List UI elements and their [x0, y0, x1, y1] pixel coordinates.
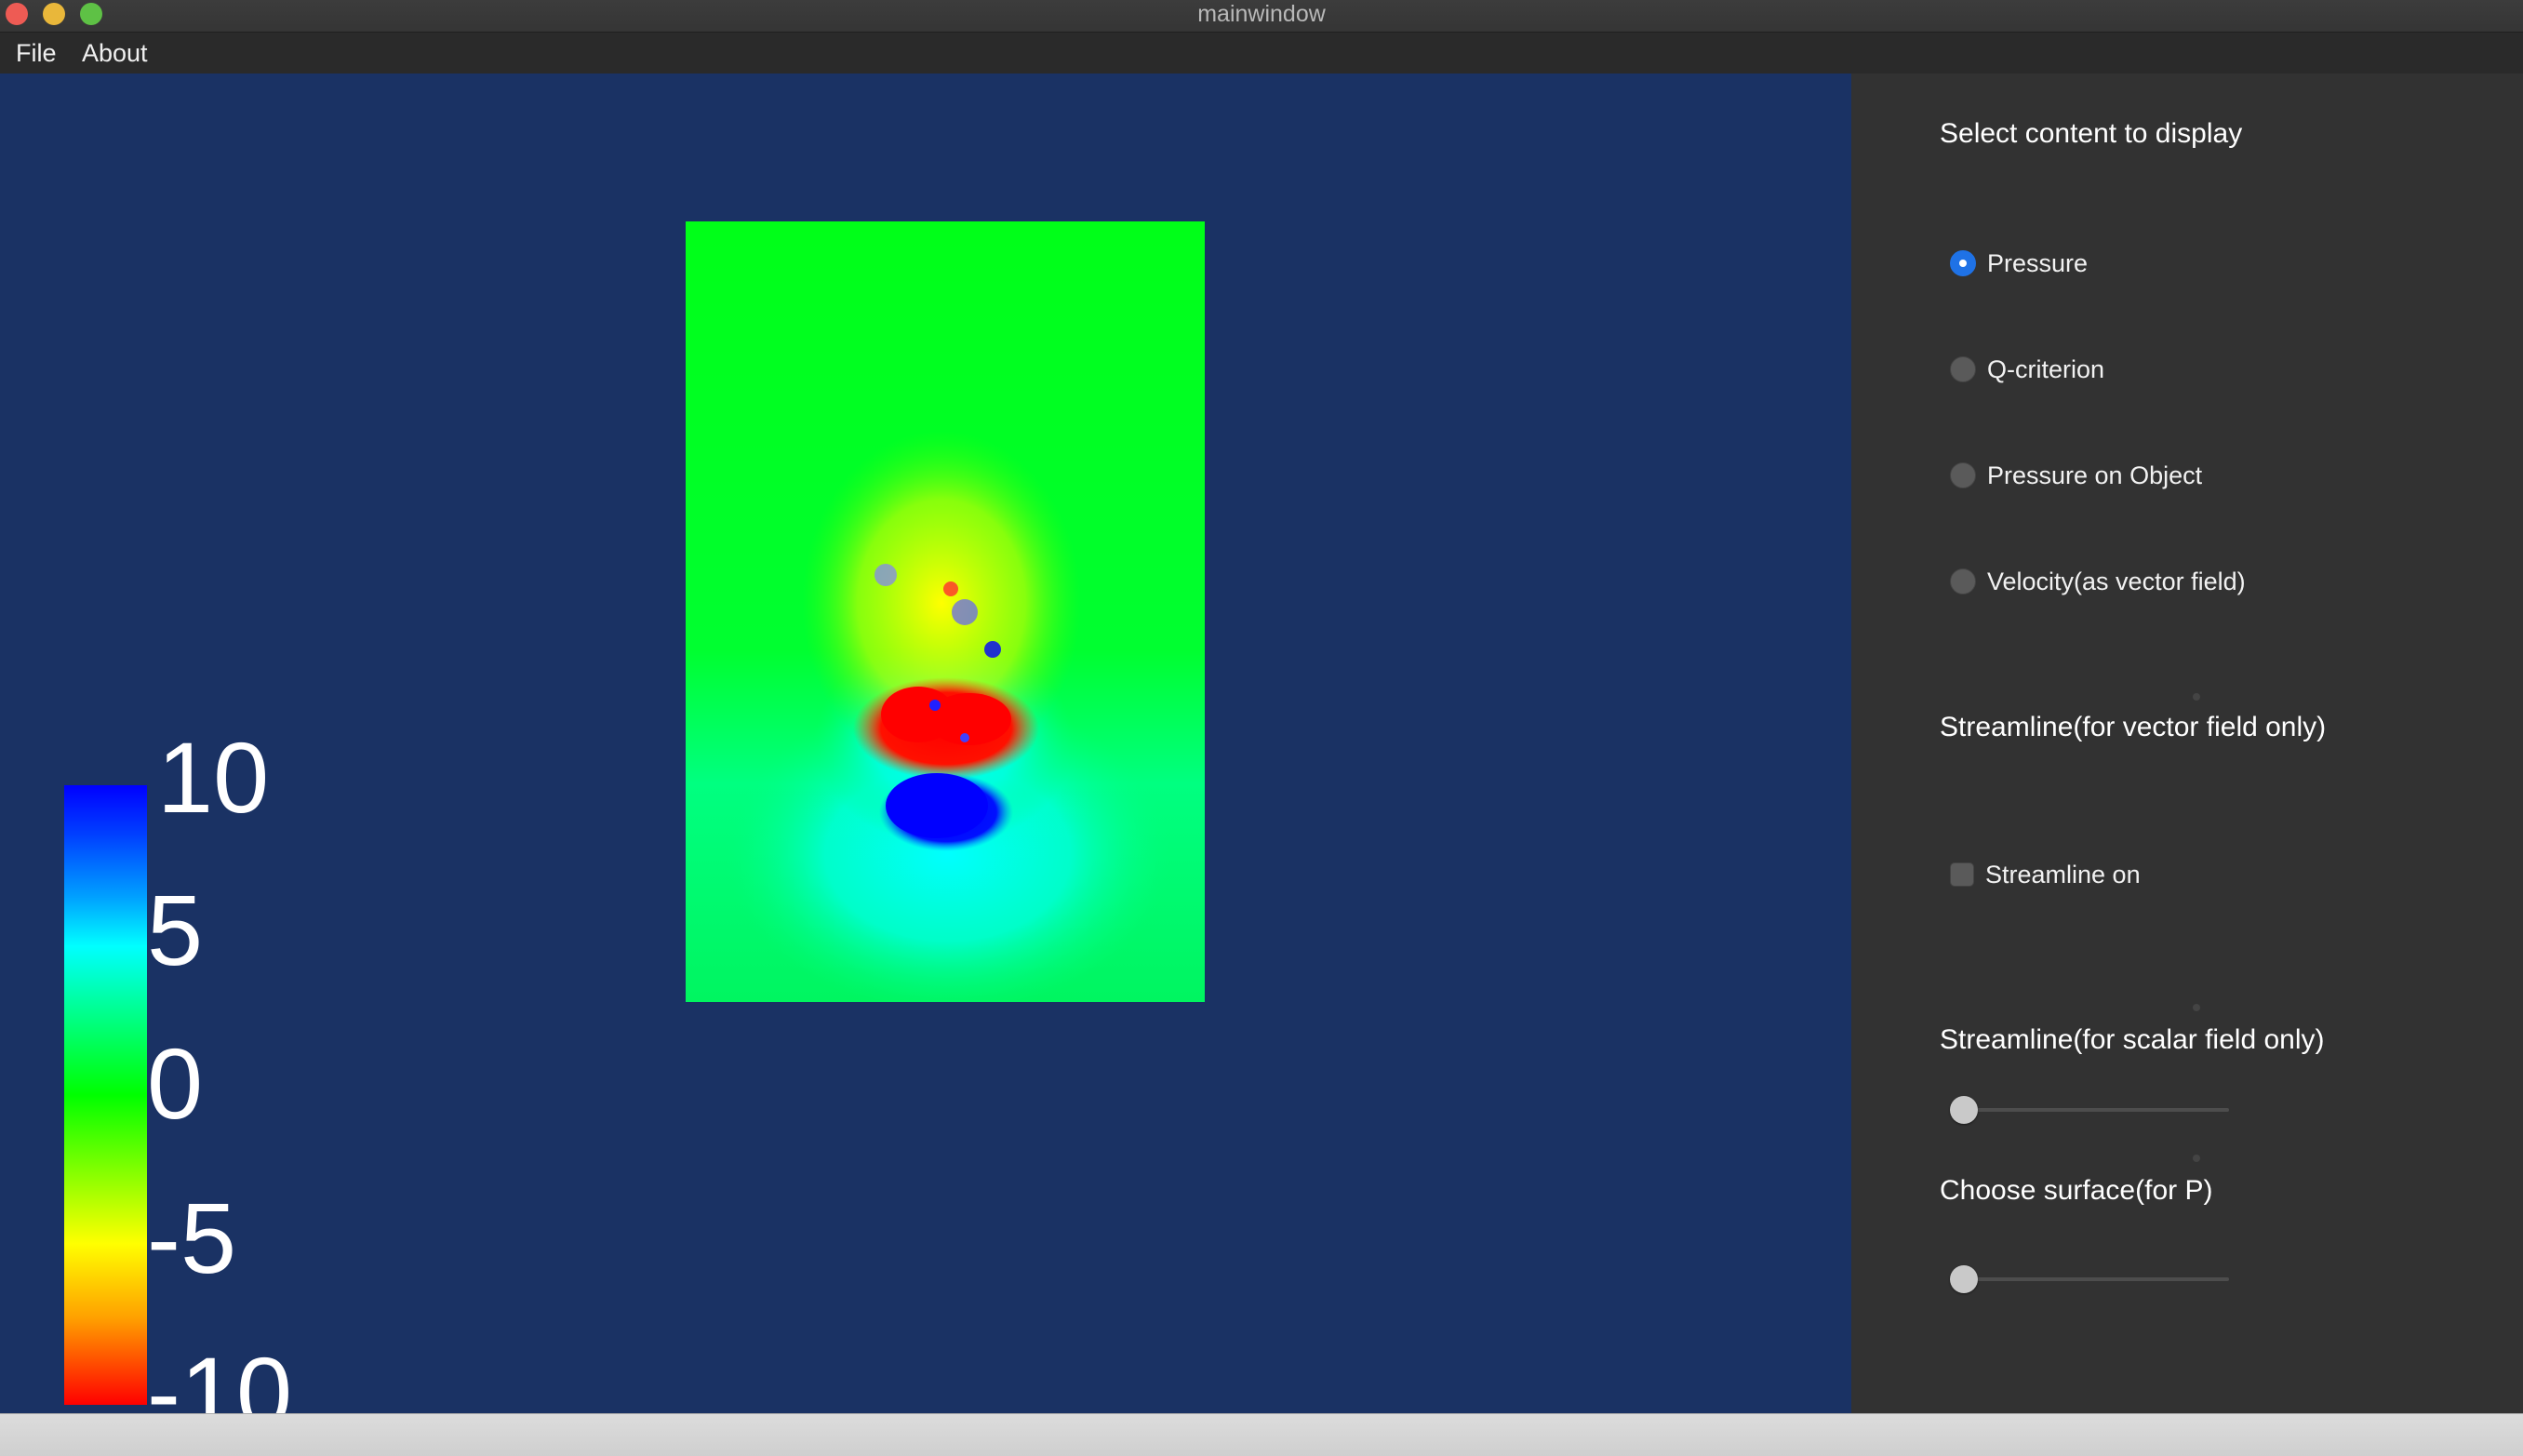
colorbar-tick-label: 10	[157, 721, 270, 834]
splitter-dot	[2193, 693, 2200, 701]
streamline-vector-heading: Streamline(for vector field only)	[1940, 712, 2327, 742]
colorbar-tick-label: -5	[147, 1182, 237, 1294]
radio-button-selected-icon[interactable]	[1950, 250, 1976, 276]
radio-q-criterion[interactable]: Q-criterion	[1950, 353, 2104, 386]
menu-bar: File About	[0, 33, 2523, 73]
checkbox-icon[interactable]	[1950, 862, 1974, 887]
colorbar-tick-label: 0	[147, 1027, 204, 1140]
streamline-on-checkbox[interactable]: Streamline on	[1950, 858, 2141, 891]
status-bar	[0, 1413, 2523, 1456]
surface-slider[interactable]	[1950, 1265, 2229, 1293]
radio-button-icon[interactable]	[1950, 568, 1976, 594]
checkbox-label: Streamline on	[1985, 860, 2141, 888]
colorbar	[64, 785, 147, 1405]
streamline-scalar-slider[interactable]	[1950, 1096, 2229, 1124]
streamline-scalar-heading: Streamline(for scalar field only)	[1940, 1024, 2325, 1055]
radio-label: Pressure on Object	[1987, 461, 2203, 489]
display-heading: Select content to display	[1940, 118, 2243, 149]
title-bar: mainwindow	[0, 0, 2523, 33]
menu-about[interactable]: About	[82, 38, 148, 68]
colorbar-tick-label: 5	[147, 874, 204, 986]
radio-button-icon[interactable]	[1950, 356, 1976, 382]
splitter-dot	[2193, 1004, 2200, 1011]
radio-pressure-on-object[interactable]: Pressure on Object	[1950, 459, 2202, 492]
slider-track[interactable]	[1950, 1108, 2229, 1112]
control-panel: Select content to display Pressure Q-cri…	[1851, 73, 2523, 1413]
radio-velocity[interactable]: Velocity(as vector field)	[1950, 565, 2246, 598]
menu-file[interactable]: File	[16, 38, 57, 68]
radio-button-icon[interactable]	[1950, 462, 1976, 488]
radio-label: Velocity(as vector field)	[1987, 567, 2246, 595]
radio-label: Q-criterion	[1987, 354, 2105, 383]
window-title: mainwindow	[1197, 1, 1326, 27]
colorbar-tick-label: -10	[147, 1336, 293, 1414]
slider-track[interactable]	[1950, 1277, 2229, 1281]
splitter-dot	[2193, 1155, 2200, 1162]
radio-pressure[interactable]: Pressure	[1950, 247, 2088, 280]
slider-thumb[interactable]	[1950, 1265, 1978, 1293]
slider-thumb[interactable]	[1950, 1096, 1978, 1124]
render-viewport[interactable]: 10 5 0 -5 -10	[0, 73, 1851, 1413]
surface-heading: Choose surface(for P)	[1940, 1175, 2213, 1206]
pressure-field-plot	[686, 221, 1205, 1002]
radio-label: Pressure	[1987, 248, 2089, 277]
